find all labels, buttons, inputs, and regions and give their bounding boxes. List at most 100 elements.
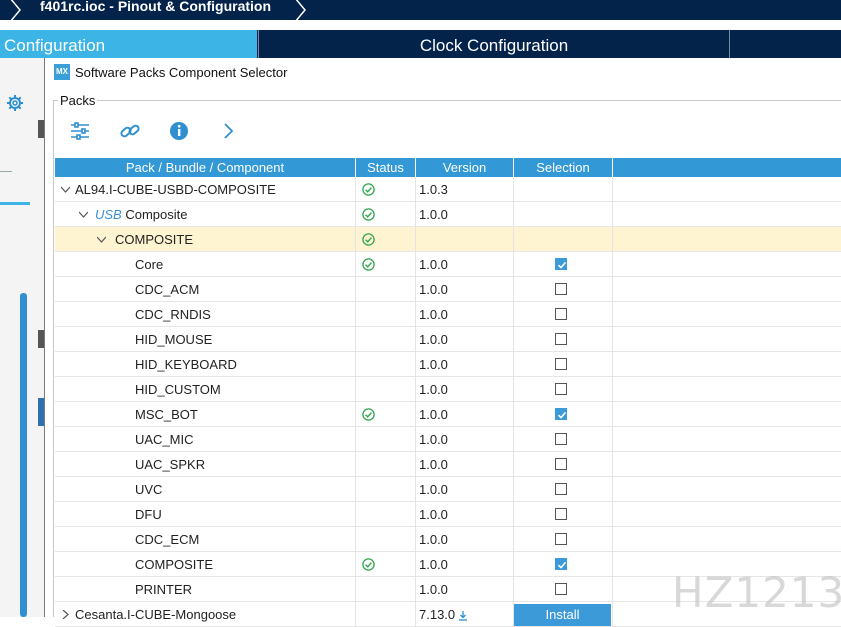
selection-cell	[514, 527, 613, 552]
version-text: 1.0.0	[419, 557, 448, 572]
selection-cell	[514, 327, 613, 352]
status-cell	[356, 477, 416, 502]
scrollbar[interactable]	[20, 293, 27, 617]
selection-checkbox[interactable]	[555, 533, 567, 545]
version-text: 1.0.0	[419, 207, 448, 222]
table-row[interactable]: USB Composite 1.0.0	[55, 202, 841, 227]
status-cell	[356, 227, 416, 252]
version-cell	[416, 227, 514, 252]
selection-cell	[514, 427, 613, 452]
selection-checkbox[interactable]	[555, 483, 567, 495]
chevron-down-icon[interactable]	[97, 235, 106, 244]
component-name: DFU	[135, 507, 162, 522]
component-name: Cesanta.I-CUBE-Mongoose	[75, 607, 237, 622]
checkmark-icon	[557, 561, 567, 569]
version-text: 1.0.0	[419, 332, 448, 347]
version-text: 1.0.3	[419, 182, 448, 197]
version-text: 1.0.0	[419, 307, 448, 322]
selection-cell	[514, 402, 613, 427]
table-row[interactable]: CDC_ACM 1.0.0	[55, 277, 841, 302]
table-row[interactable]: COMPOSITE	[55, 227, 841, 252]
table-row[interactable]: AL94.I-CUBE-USBD-COMPOSITE 1.0.3	[55, 177, 841, 202]
component-name: CDC_ACM	[135, 282, 200, 297]
selection-checkbox[interactable]	[555, 308, 567, 320]
table-row[interactable]: CDC_RNDIS 1.0.0	[55, 302, 841, 327]
column-header-selection[interactable]: Selection	[514, 158, 613, 177]
dialog-title-bar[interactable]: MX Software Packs Component Selector	[45, 58, 841, 88]
status-cell	[356, 377, 416, 402]
table-header: Pack / Bundle / Component Status Version…	[55, 158, 841, 177]
status-ok-icon	[362, 408, 375, 421]
selection-checkbox[interactable]	[555, 258, 567, 270]
component-cell: CDC_ACM	[55, 277, 356, 302]
table-row[interactable]: HID_CUSTOM 1.0.0	[55, 377, 841, 402]
component-cell: HID_CUSTOM	[55, 377, 356, 402]
status-cell	[356, 302, 416, 327]
selection-checkbox[interactable]	[555, 583, 567, 595]
left-panel	[0, 58, 44, 617]
selection-checkbox[interactable]	[555, 433, 567, 445]
selection-checkbox[interactable]	[555, 508, 567, 520]
component-name: PRINTER	[135, 582, 193, 597]
table-row[interactable]: UVC 1.0.0	[55, 477, 841, 502]
chevron-right-icon[interactable]	[61, 610, 70, 619]
filter-icon[interactable]	[69, 120, 91, 142]
info-icon[interactable]	[168, 120, 190, 142]
selection-checkbox[interactable]	[555, 408, 567, 420]
link-icon[interactable]	[119, 120, 141, 142]
group-border	[53, 100, 54, 617]
tab-label: Clock Configuration	[419, 36, 569, 55]
table-row[interactable]: Core 1.0.0	[55, 252, 841, 277]
selection-checkbox[interactable]	[555, 458, 567, 470]
status-cell	[356, 177, 416, 202]
table-row[interactable]: UAC_SPKR 1.0.0	[55, 452, 841, 477]
selection-cell	[514, 177, 613, 202]
tab-configuration[interactable]: Configuration	[0, 30, 257, 58]
selection-checkbox[interactable]	[555, 358, 567, 370]
tab-clock-configuration[interactable]: Clock Configuration	[258, 30, 730, 58]
breadcrumb-title[interactable]: f401rc.ioc - Pinout & Configuration	[40, 0, 271, 14]
version-cell: 1.0.0	[416, 302, 514, 327]
table-row[interactable]: DFU 1.0.0	[55, 502, 841, 527]
table-row[interactable]: CDC_ECM 1.0.0	[55, 527, 841, 552]
selection-checkbox[interactable]	[555, 333, 567, 345]
status-cell	[356, 577, 416, 602]
divider	[0, 20, 841, 30]
component-name: COMPOSITE	[115, 232, 194, 247]
component-name: CDC_RNDIS	[135, 307, 211, 322]
gear-icon[interactable]	[6, 94, 24, 112]
status-cell	[356, 527, 416, 552]
selection-checkbox[interactable]	[555, 383, 567, 395]
component-name: AL94.I-CUBE-USBD-COMPOSITE	[75, 182, 276, 197]
checkmark-icon	[557, 411, 567, 419]
column-header-status[interactable]: Status	[356, 158, 416, 177]
version-text: 1.0.0	[419, 482, 448, 497]
component-name: CDC_ECM	[135, 532, 200, 547]
table-row[interactable]: UAC_MIC 1.0.0	[55, 427, 841, 452]
chevron-down-icon[interactable]	[61, 185, 70, 194]
table-row[interactable]: HID_KEYBOARD 1.0.0	[55, 352, 841, 377]
install-button[interactable]: Install	[514, 604, 611, 626]
column-header-component[interactable]: Pack / Bundle / Component	[55, 158, 356, 177]
version-cell: 1.0.0	[416, 252, 514, 277]
chevron-right-icon[interactable]	[218, 120, 240, 142]
selection-checkbox[interactable]	[555, 558, 567, 570]
table-row[interactable]: MSC_BOT 1.0.0	[55, 402, 841, 427]
selection-cell	[514, 202, 613, 227]
checkmark-icon	[557, 261, 567, 269]
selection-checkbox[interactable]	[555, 283, 567, 295]
status-cell	[356, 202, 416, 227]
chevron-down-icon[interactable]	[79, 210, 88, 219]
column-header-version[interactable]: Version	[416, 158, 514, 177]
component-name: UAC_SPKR	[135, 457, 206, 472]
title-bar: f401rc.ioc - Pinout & Configuration	[0, 0, 841, 22]
table-row[interactable]: HID_MOUSE 1.0.0	[55, 327, 841, 352]
status-ok-icon	[362, 183, 375, 196]
component-cell: DFU	[55, 502, 356, 527]
status-cell	[356, 427, 416, 452]
component-cell: CDC_ECM	[55, 527, 356, 552]
version-cell: 1.0.0	[416, 527, 514, 552]
component-cell: HID_MOUSE	[55, 327, 356, 352]
selection-cell	[514, 227, 613, 252]
status-ok-icon	[362, 233, 375, 246]
